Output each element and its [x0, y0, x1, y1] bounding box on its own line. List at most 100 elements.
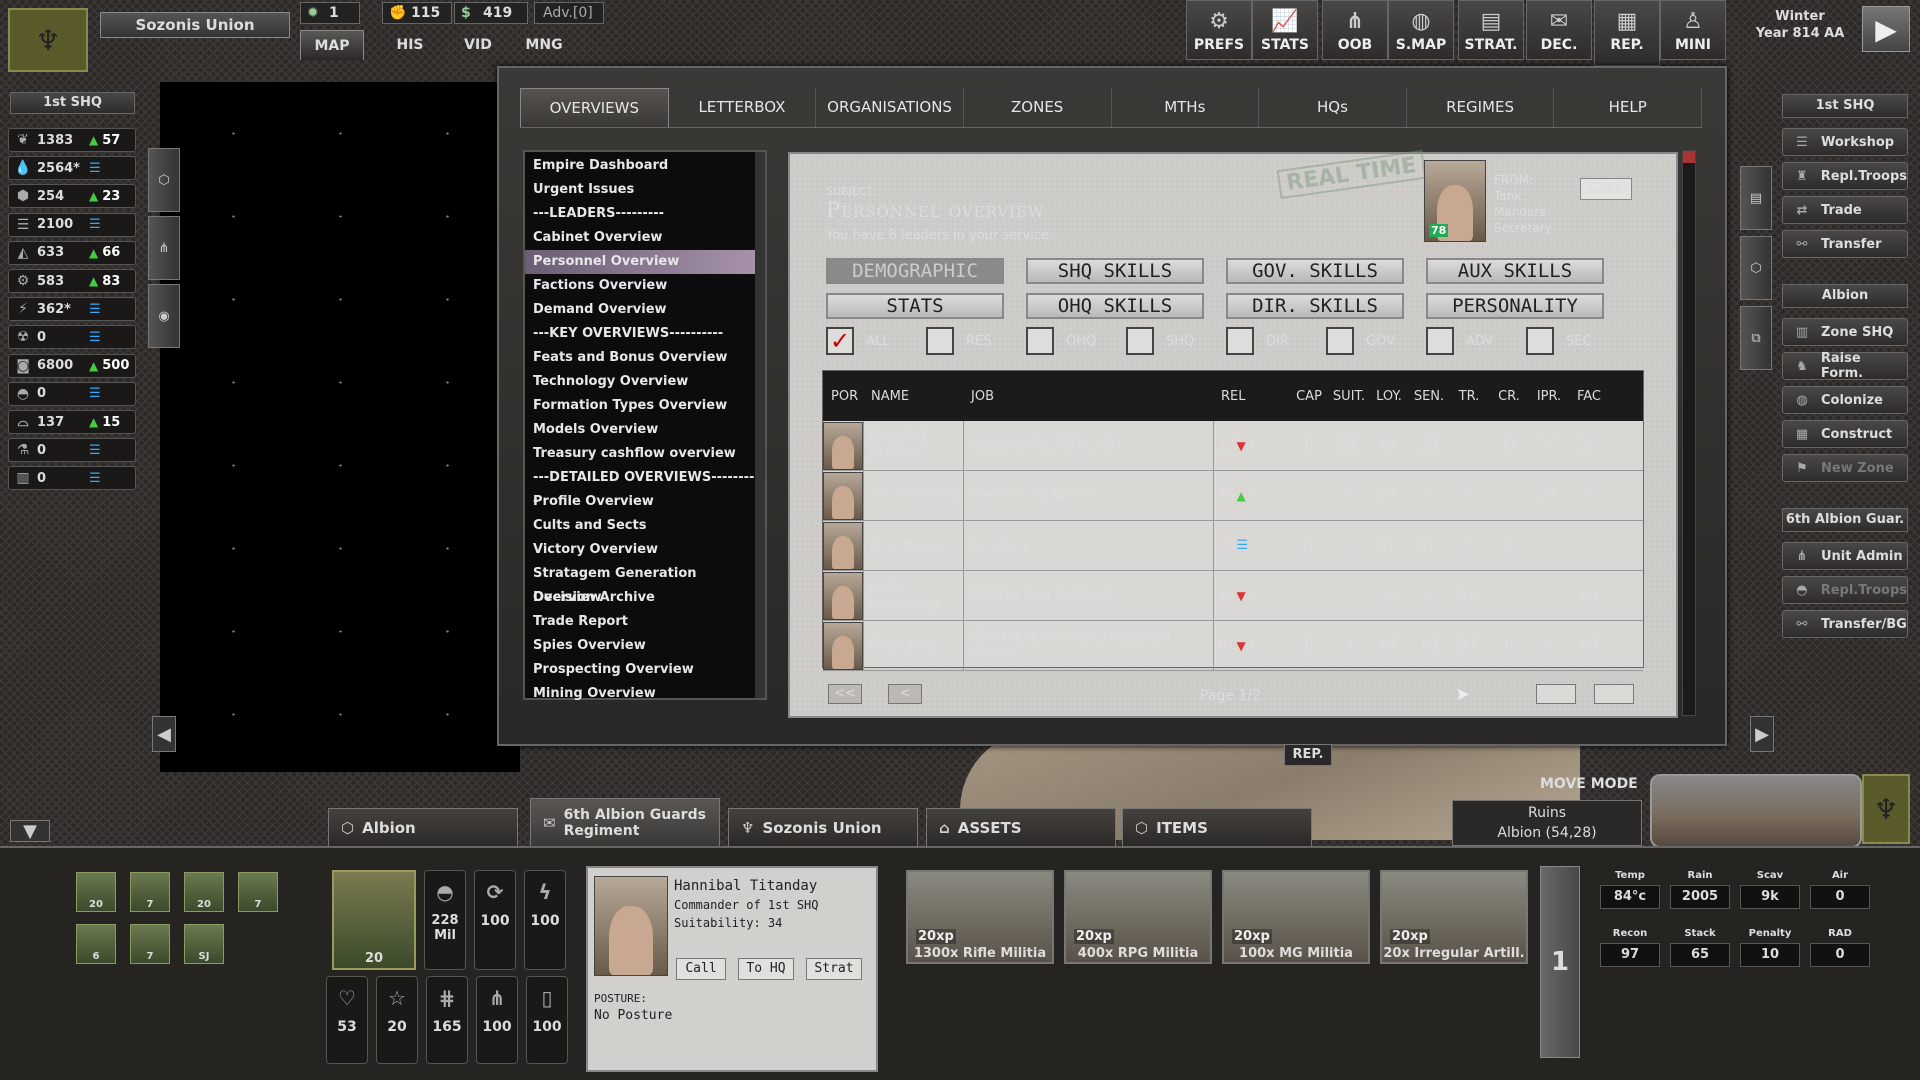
- tab-overviews[interactable]: OVERVIEWS: [520, 88, 669, 127]
- column-header[interactable]: LOY.: [1369, 389, 1409, 404]
- nav-tab-map[interactable]: MAP: [300, 30, 364, 60]
- right-unitadmin-button[interactable]: ⋔ Unit Admin: [1782, 542, 1908, 570]
- unit-stat[interactable]: ⋕ 165: [426, 976, 468, 1064]
- mini-unit-icon[interactable]: 20: [184, 872, 224, 912]
- mini-unit-icon[interactable]: 7: [130, 872, 170, 912]
- bottom-tab-0[interactable]: ⬡ Albion: [328, 808, 518, 846]
- oob-button[interactable]: ⋔ OOB: [1322, 0, 1388, 60]
- menu-item[interactable]: Technology Overview: [525, 370, 765, 394]
- menu-item[interactable]: Personnel Overview: [525, 250, 765, 274]
- unit-stat[interactable]: ◓ 228 Mil: [424, 870, 466, 970]
- menu-item[interactable]: Profile Overview: [525, 490, 765, 514]
- unit-stat[interactable]: ▯ 100: [526, 976, 568, 1064]
- menu-scrollbar[interactable]: [755, 152, 765, 698]
- adv-counter[interactable]: Adv.[0]: [534, 2, 604, 24]
- target-icon[interactable]: ◉: [148, 284, 180, 348]
- stats-button[interactable]: 📈 STATS: [1252, 0, 1318, 60]
- to-hq-button[interactable]: To HQ: [738, 958, 794, 980]
- checkbox-box[interactable]: [1126, 327, 1154, 355]
- right-construct-button[interactable]: ▦ Construct: [1782, 420, 1908, 448]
- checkbox-res[interactable]: RES: [926, 326, 992, 356]
- unit-stat[interactable]: ♡ 53: [326, 976, 368, 1064]
- menu-item[interactable]: Cabinet Overview: [525, 226, 765, 250]
- column-header[interactable]: TR.: [1449, 389, 1489, 404]
- right-raiseform-button[interactable]: ♞ Raise Form.: [1782, 351, 1908, 381]
- checkbox-dir[interactable]: DIR: [1226, 326, 1289, 356]
- unit-stat[interactable]: ⟳ 100: [474, 870, 516, 970]
- menu-item[interactable]: Urgent Issues: [525, 178, 765, 202]
- menu-item[interactable]: Decision Archive: [525, 586, 765, 610]
- resource-row[interactable]: ⌓ 137 ▲ 15: [8, 410, 136, 434]
- mini-unit-icon[interactable]: 7: [238, 872, 278, 912]
- unit-stat[interactable]: ☆ 20: [376, 976, 418, 1064]
- menu-item[interactable]: Feats and Bonus Overview: [525, 346, 765, 370]
- strat-button[interactable]: Strat: [806, 958, 862, 980]
- resource-row[interactable]: ⚗ 0 ☰: [8, 438, 136, 463]
- right-transferbg-button[interactable]: ⚯ Transfer/BG: [1782, 610, 1908, 638]
- unit-stat[interactable]: ϟ 100: [524, 870, 566, 970]
- menu-item[interactable]: Prospecting Overview: [525, 658, 765, 682]
- checkbox-shq[interactable]: SHQ: [1126, 326, 1194, 356]
- menu-item[interactable]: Stratagem Generation Overview: [525, 562, 765, 605]
- copy-icon[interactable]: ⧉: [1740, 306, 1772, 370]
- tab-mths[interactable]: MTHs: [1112, 88, 1260, 127]
- next-page-button[interactable]: >: [1536, 684, 1576, 704]
- checkbox-sec[interactable]: SEC: [1526, 326, 1592, 356]
- checkbox-box[interactable]: ✓: [826, 327, 854, 355]
- filter-demographic-button[interactable]: DEMOGRAPHIC: [826, 258, 1004, 284]
- collapse-left-icon[interactable]: ◀: [152, 716, 176, 752]
- smap-button[interactable]: ◍ S.MAP: [1388, 0, 1454, 60]
- resource-chip[interactable]: ✹ 1: [300, 2, 360, 24]
- column-header[interactable]: SEN.: [1409, 389, 1449, 404]
- menu-item[interactable]: Mining Overview: [525, 682, 765, 706]
- table-row[interactable]: Yuri Orosisong Governor of Albion 84 ▲ 2 I 4 73…: [823, 471, 1643, 521]
- right-zoneshq-button[interactable]: ▥ Zone SHQ: [1782, 318, 1908, 346]
- rep-button[interactable]: ▦ REP.: [1594, 0, 1660, 66]
- checkbox-box[interactable]: [1226, 327, 1254, 355]
- mini-unit-icon[interactable]: 20: [76, 872, 116, 912]
- checkbox-all[interactable]: ✓ ALL: [826, 326, 889, 356]
- resource-row[interactable]: ⬢ 254 ▲ 23: [8, 184, 136, 209]
- menu-item[interactable]: Victory Overview: [525, 538, 765, 562]
- tab-organisations[interactable]: ORGANISATIONS: [816, 88, 964, 127]
- resource-row[interactable]: ☢ 0 ☰: [8, 325, 136, 350]
- filter-dirskills-button[interactable]: DIR. SKILLS: [1226, 293, 1404, 319]
- column-header[interactable]: NAME: [863, 389, 963, 404]
- scroll-up-icon[interactable]: [1683, 151, 1695, 163]
- resource-row[interactable]: ⚡ 362* ☰: [8, 297, 136, 322]
- leader-portrait[interactable]: [594, 876, 668, 976]
- mini-unit-icon[interactable]: 7: [130, 924, 170, 964]
- call-button[interactable]: CALL: [1580, 178, 1632, 200]
- last-page-button[interactable]: >>: [1594, 684, 1634, 704]
- cube-icon[interactable]: ⬡: [148, 148, 180, 212]
- checkbox-box[interactable]: [1026, 327, 1054, 355]
- prefs-button[interactable]: ⚙ PREFS: [1186, 0, 1252, 60]
- right-trade-button[interactable]: ⇄ Trade: [1782, 196, 1908, 224]
- right-colonize-button[interactable]: ◍ Colonize: [1782, 386, 1908, 414]
- report-scrollbar[interactable]: [1682, 150, 1696, 716]
- column-header[interactable]: POR: [823, 389, 863, 404]
- collapse-right-icon[interactable]: ▶: [1750, 716, 1774, 752]
- space-map[interactable]: [160, 82, 520, 772]
- right-group-header[interactable]: 6th Albion Guar.: [1782, 508, 1908, 532]
- checkbox-box[interactable]: [926, 327, 954, 355]
- tab-letterbox[interactable]: LETTERBOX: [669, 88, 817, 127]
- column-header[interactable]: SUIT.: [1329, 389, 1369, 404]
- right-transfer-button[interactable]: ⚯ Transfer: [1782, 230, 1908, 258]
- resource-chip[interactable]: ✊ 115: [382, 2, 452, 24]
- column-header[interactable]: CAP: [1289, 389, 1329, 404]
- bottom-tab-2[interactable]: ♆ Sozonis Union: [728, 808, 918, 846]
- filter-shqskills-button[interactable]: SHQ SKILLS: [1026, 258, 1204, 284]
- checkbox-box[interactable]: [1326, 327, 1354, 355]
- end-turn-play-icon[interactable]: ▶: [1862, 6, 1910, 52]
- resource-row[interactable]: ⚙ 583 ▲ 83: [8, 269, 136, 293]
- menu-item[interactable]: Treasury cashflow overview: [525, 442, 765, 466]
- table-row[interactable]: Hannibal Titanday Commander of 1st SHQ 77 ▼…: [823, 421, 1643, 471]
- column-header[interactable]: IPR.: [1529, 389, 1569, 404]
- table-row[interactable]: Haley Humanway Reserve Pool member 58 ▼ 3 I -5…: [823, 571, 1643, 621]
- menu-item[interactable]: Demand Overview: [525, 298, 765, 322]
- checkbox-gov[interactable]: GOV: [1326, 326, 1395, 356]
- mini-button[interactable]: ♙ MINI: [1660, 0, 1726, 60]
- faction-emblem-icon[interactable]: ♆: [8, 8, 88, 72]
- prev-page-button[interactable]: <: [888, 684, 922, 704]
